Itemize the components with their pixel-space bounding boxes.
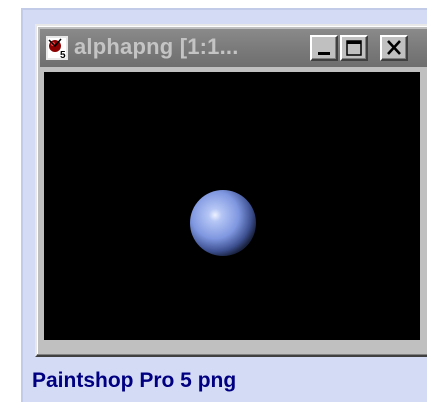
close-icon: [387, 40, 401, 55]
sphere-image: [190, 190, 256, 256]
svg-text:5: 5: [60, 50, 66, 60]
preview-panel: 5 alphapng [1:1... Paintshop Pro 5 png: [21, 8, 427, 402]
window-title: alphapng [1:1...: [74, 34, 239, 59]
paintshop-pro-icon: 5: [46, 36, 68, 60]
maximize-icon: [346, 40, 362, 56]
image-canvas: [44, 72, 420, 340]
minimize-button[interactable]: [310, 35, 338, 61]
maximize-button[interactable]: [340, 35, 368, 61]
image-window: 5 alphapng [1:1...: [35, 24, 427, 357]
close-button[interactable]: [380, 35, 408, 61]
window-titlebar[interactable]: 5 alphapng [1:1...: [40, 29, 427, 67]
caption-label: Paintshop Pro 5 png: [32, 369, 237, 392]
minimize-icon: [318, 52, 330, 55]
